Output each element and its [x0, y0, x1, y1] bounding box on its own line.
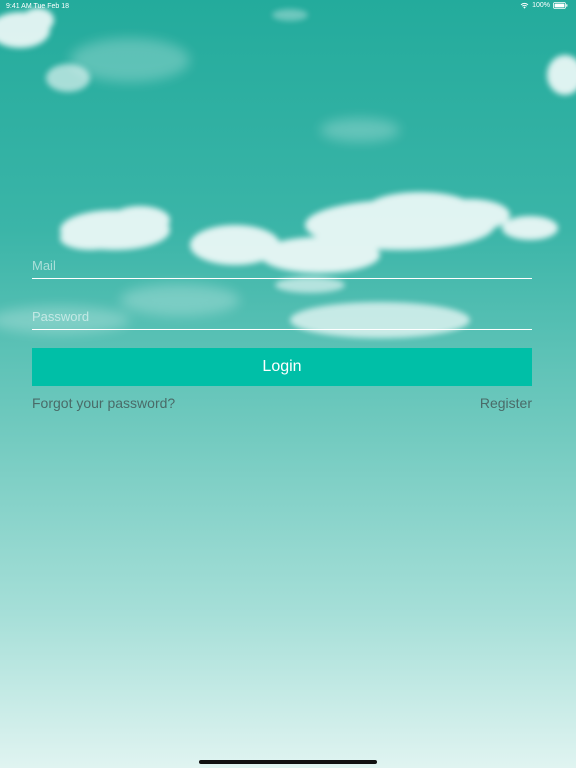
home-indicator[interactable] [199, 760, 377, 764]
password-field-container [32, 305, 532, 330]
sky-clouds-background [0, 8, 576, 338]
mail-field-container [32, 254, 532, 279]
login-button[interactable]: Login [32, 348, 532, 386]
register-link[interactable]: Register [480, 395, 532, 411]
status-time-date: 9:41 AM Tue Feb 18 [6, 3, 70, 10]
forgot-password-link[interactable]: Forgot your password? [32, 395, 175, 411]
battery-icon [553, 2, 568, 9]
battery-percentage: 100% [532, 2, 550, 9]
mail-input[interactable] [32, 254, 532, 276]
password-input[interactable] [32, 305, 532, 327]
status-right-group: 100% [520, 2, 568, 9]
status-bar: 9:41 AM Tue Feb 18 100% [0, 0, 576, 14]
wifi-icon [520, 2, 529, 9]
